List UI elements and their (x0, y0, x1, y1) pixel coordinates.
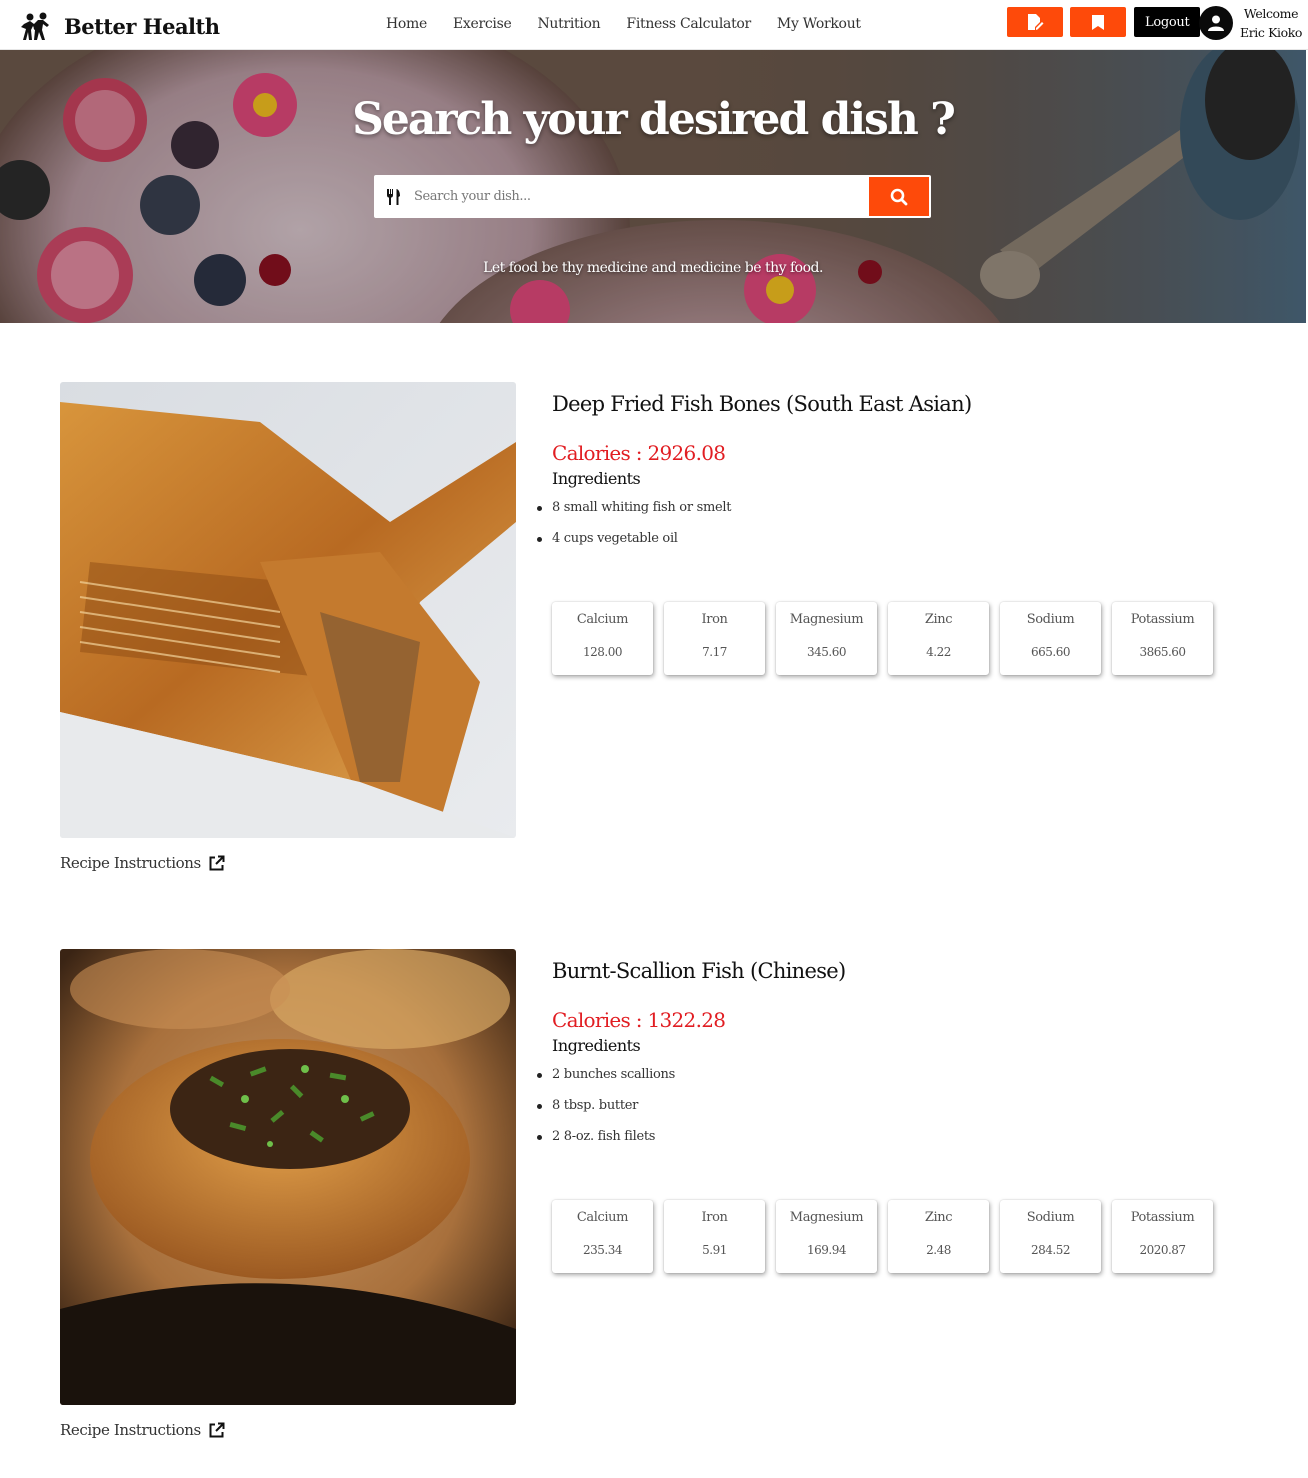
nav-link-my-workout[interactable]: My Workout (777, 16, 861, 32)
external-link-icon (209, 1422, 225, 1437)
brand-name: Better Health (64, 13, 220, 39)
mineral-card-zinc: Zinc 2.48 (888, 1200, 989, 1273)
minerals-row: Calcium 128.00 Iron 7.17 Magnesium 345.6… (552, 602, 1252, 675)
mineral-name: Calcium (576, 612, 629, 627)
utensils-icon (376, 175, 412, 218)
hero-banner: Search your desired dish ? Let food be t… (0, 50, 1306, 323)
mineral-value: 4.22 (926, 645, 951, 659)
recipe-info: Burnt-Scallion Fish (Chinese) Calories :… (537, 959, 1252, 1273)
mineral-card-sodium: Sodium 284.52 (1000, 1200, 1101, 1273)
bookmark-icon (1092, 14, 1104, 30)
nav-links: Home Exercise Nutrition Fitness Calculat… (386, 16, 861, 32)
mineral-card-calcium: Calcium 235.34 (552, 1200, 653, 1273)
search-bar (374, 175, 931, 218)
mineral-value: 7.17 (702, 645, 727, 659)
mineral-value: 128.00 (583, 645, 623, 659)
mineral-card-potassium: Potassium 2020.87 (1112, 1200, 1213, 1273)
nav-link-fitness-calculator[interactable]: Fitness Calculator (626, 16, 751, 32)
mineral-name: Potassium (1130, 1210, 1195, 1225)
recipe-card: Recipe Instructions Burnt-Scallion Fish … (60, 949, 1260, 1459)
ingredient-item: 8 small whiting fish or smelt (537, 498, 1252, 529)
mineral-card-sodium: Sodium 665.60 (1000, 602, 1101, 675)
mineral-name: Zinc (924, 1210, 953, 1225)
user-avatar-icon (1199, 6, 1233, 40)
search-icon (890, 188, 908, 205)
ingredients-heading: Ingredients (552, 469, 641, 488)
ingredient-item: 2 8-oz. fish filets (537, 1127, 1252, 1158)
ingredients-list: 8 small whiting fish or smelt 4 cups veg… (537, 498, 1252, 560)
user-menu[interactable]: Welcome Eric Kioko (1199, 4, 1302, 42)
ingredient-item: 2 bunches scallions (537, 1065, 1252, 1096)
mineral-name: Zinc (924, 612, 953, 627)
mineral-name: Sodium (1026, 612, 1075, 627)
mineral-name: Calcium (576, 1210, 629, 1225)
mineral-card-calcium: Calcium 128.00 (552, 602, 653, 675)
logout-button[interactable]: Logout (1134, 7, 1201, 37)
recipe-instructions-link[interactable]: Recipe Instructions (60, 854, 225, 872)
mineral-name: Magnesium (789, 612, 864, 627)
search-button[interactable] (869, 177, 929, 216)
ingredient-item: 8 tbsp. butter (537, 1096, 1252, 1127)
ingredients-heading: Ingredients (552, 1036, 641, 1055)
mineral-card-zinc: Zinc 4.22 (888, 602, 989, 675)
welcome-text: Welcome Eric Kioko (1240, 4, 1302, 42)
hero-title: Search your desired dish ? (352, 94, 956, 145)
recipe-card: Recipe Instructions Deep Fried Fish Bone… (60, 382, 1260, 892)
mineral-card-potassium: Potassium 3865.60 (1112, 602, 1213, 675)
welcome-label: Welcome (1243, 6, 1299, 21)
recipe-title: Deep Fried Fish Bones (South East Asian) (552, 392, 972, 416)
mineral-name: Iron (701, 1210, 728, 1225)
hero-quote: Let food be thy medicine and medicine be… (483, 260, 823, 276)
mineral-name: Potassium (1130, 612, 1195, 627)
mineral-value: 2020.87 (1139, 1243, 1186, 1257)
edit-note-button[interactable] (1007, 7, 1063, 37)
recipe-image (60, 382, 516, 838)
bookmark-button[interactable] (1070, 7, 1126, 37)
recipe-instructions-label: Recipe Instructions (60, 854, 201, 872)
brand[interactable]: Better Health (16, 10, 220, 42)
mineral-card-iron: Iron 7.17 (664, 602, 765, 675)
mineral-value: 3865.60 (1139, 645, 1186, 659)
mineral-card-iron: Iron 5.91 (664, 1200, 765, 1273)
mineral-value: 235.34 (583, 1243, 623, 1257)
nav-actions: Logout (1007, 7, 1201, 37)
mineral-value: 5.91 (702, 1243, 727, 1257)
mineral-value: 284.52 (1031, 1243, 1071, 1257)
nav-link-exercise[interactable]: Exercise (453, 16, 512, 32)
recipe-calories: Calories : 1322.28 (552, 1008, 726, 1032)
family-silhouette-icon (21, 12, 49, 40)
mineral-card-magnesium: Magnesium 169.94 (776, 1200, 877, 1273)
nav-link-nutrition[interactable]: Nutrition (537, 16, 600, 32)
mineral-value: 665.60 (1031, 645, 1071, 659)
recipe-calories: Calories : 2926.08 (552, 441, 726, 465)
mineral-name: Sodium (1026, 1210, 1075, 1225)
recipe-instructions-link[interactable]: Recipe Instructions (60, 1421, 225, 1439)
mineral-name: Magnesium (789, 1210, 864, 1225)
nav-link-home[interactable]: Home (386, 16, 427, 32)
mineral-card-magnesium: Magnesium 345.60 (776, 602, 877, 675)
ingredients-list: 2 bunches scallions 8 tbsp. butter 2 8-o… (537, 1065, 1252, 1158)
recipe-info: Deep Fried Fish Bones (South East Asian)… (537, 392, 1252, 675)
mineral-name: Iron (701, 612, 728, 627)
mineral-value: 2.48 (926, 1243, 951, 1257)
edit-note-icon (1028, 14, 1044, 30)
top-navbar: Better Health Home Exercise Nutrition Fi… (0, 0, 1308, 50)
recipe-image (60, 949, 516, 1405)
external-link-icon (209, 855, 225, 870)
recipe-instructions-label: Recipe Instructions (60, 1421, 201, 1439)
mineral-value: 169.94 (807, 1243, 847, 1257)
recipe-title: Burnt-Scallion Fish (Chinese) (552, 959, 846, 983)
ingredient-item: 4 cups vegetable oil (537, 529, 1252, 560)
user-name: Eric Kioko (1240, 25, 1303, 40)
minerals-row: Calcium 235.34 Iron 5.91 Magnesium 169.9… (552, 1200, 1252, 1273)
search-input[interactable] (412, 181, 869, 212)
mineral-value: 345.60 (807, 645, 847, 659)
